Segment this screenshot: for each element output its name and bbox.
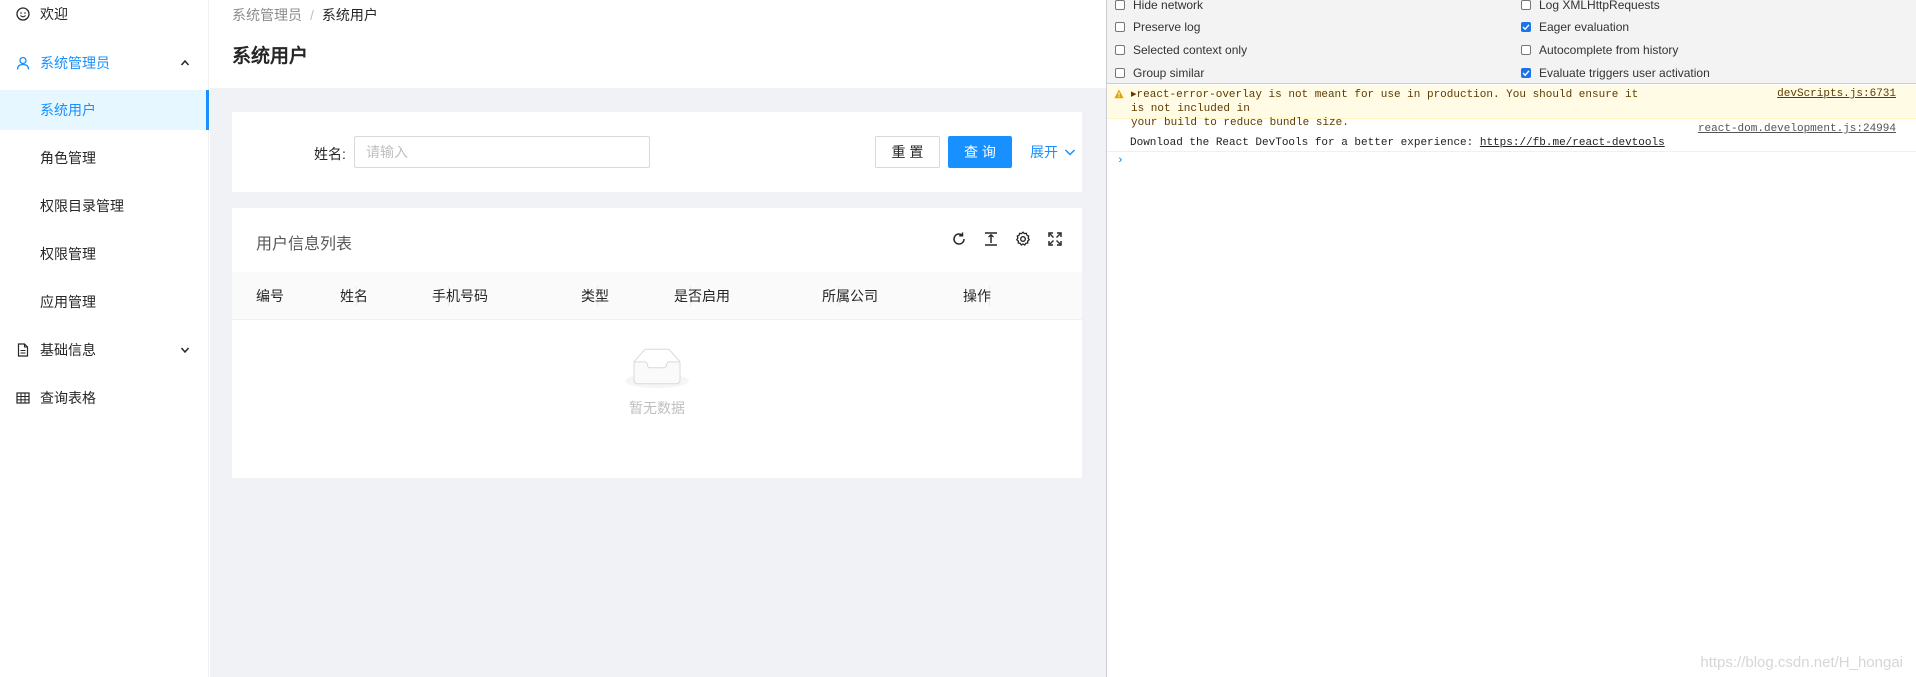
breadcrumb-separator: / xyxy=(310,7,314,23)
console-log: react-dom.development.js:24994 Download … xyxy=(1107,120,1916,152)
sidebar-item-system-users[interactable]: 系统用户 xyxy=(0,90,209,130)
reset-button[interactable]: 重 置 xyxy=(875,136,940,168)
warning-source-link[interactable]: devScripts.js:6731 xyxy=(1777,88,1896,100)
query-button[interactable]: 查 询 xyxy=(948,136,1012,168)
sidebar-item-app-management[interactable]: 应用管理 xyxy=(0,282,209,322)
option-preserve-log[interactable]: Preserve log xyxy=(1115,20,1200,34)
page-header: 系统管理员 / 系统用户 系统用户 xyxy=(210,0,1106,88)
option-eager-evaluation[interactable]: Eager evaluation xyxy=(1521,20,1629,34)
option-label: Evaluate triggers user activation xyxy=(1539,66,1710,80)
log-text: Download the React DevTools for a better… xyxy=(1130,137,1480,149)
sidebar-item-permission-catalog[interactable]: 权限目录管理 xyxy=(0,186,209,226)
console-warning: ▸react-error-overlay is not meant for us… xyxy=(1107,85,1916,129)
sidebar-item-label: 权限目录管理 xyxy=(40,198,124,214)
checkbox[interactable] xyxy=(1115,22,1125,32)
checkbox-checked[interactable] xyxy=(1521,68,1531,78)
option-label: Eager evaluation xyxy=(1539,20,1630,34)
option-autocomplete-history[interactable]: Autocomplete from history xyxy=(1521,43,1678,57)
option-label: Preserve log xyxy=(1133,20,1201,34)
page-title: 系统用户 xyxy=(232,46,309,67)
breadcrumb-current: 系统用户 xyxy=(321,7,378,23)
table-icon xyxy=(16,391,30,405)
sidebar-item-label: 应用管理 xyxy=(40,294,96,310)
option-label: Group similar xyxy=(1133,66,1205,80)
empty-state: 暂无数据 xyxy=(232,348,1082,418)
menu-item-label: 基础信息 xyxy=(40,342,96,358)
chevron-down-icon xyxy=(1064,146,1076,158)
menu-item-label: 系统管理员 xyxy=(40,55,110,71)
watermark: https://blog.csdn.net/H_hongai xyxy=(1700,654,1903,671)
user-icon xyxy=(16,56,30,70)
table-toolbar xyxy=(950,230,1064,248)
log-message: Download the React DevTools for a better… xyxy=(1130,137,1665,149)
smile-icon xyxy=(16,7,30,21)
warning-icon xyxy=(1114,89,1124,99)
checkbox[interactable] xyxy=(1521,0,1531,10)
fullscreen-icon[interactable] xyxy=(1046,230,1064,248)
column-header-phone: 手机号码 xyxy=(432,288,488,304)
name-input[interactable] xyxy=(354,136,650,168)
option-evaluate-triggers[interactable]: Evaluate triggers user activation xyxy=(1521,66,1710,80)
chevron-down-icon xyxy=(179,344,191,356)
menu-item-label: 欢迎 xyxy=(40,6,68,22)
empty-text: 暂无数据 xyxy=(629,400,685,416)
checkbox[interactable] xyxy=(1115,45,1125,55)
column-header-actions: 操作 xyxy=(963,288,991,304)
option-hide-network[interactable]: Hide network xyxy=(1115,0,1203,12)
sidebar: 欢迎 系统管理员 系统用户 角色管理 权限目录管理 权限管理 应用管理 基础信息 xyxy=(0,0,209,677)
checkbox-checked[interactable] xyxy=(1521,22,1531,32)
react-devtools-link[interactable]: https://fb.me/react-devtools xyxy=(1480,137,1665,149)
option-log-xhr[interactable]: Log XMLHttpRequests xyxy=(1521,0,1660,12)
breadcrumb: 系统管理员 / 系统用户 xyxy=(232,5,378,25)
sidebar-item-label: 角色管理 xyxy=(40,150,96,166)
option-label: Log XMLHttpRequests xyxy=(1539,0,1660,12)
prompt-chevron-icon: › xyxy=(1117,155,1124,167)
checkbox[interactable] xyxy=(1115,68,1125,78)
breadcrumb-parent[interactable]: 系统管理员 xyxy=(232,5,302,25)
column-header-id: 编号 xyxy=(256,288,284,304)
name-label: 姓名: xyxy=(314,146,346,162)
chevron-up-icon xyxy=(179,57,191,69)
expand-toggle[interactable]: 展开 xyxy=(1030,136,1076,168)
option-group-similar[interactable]: Group similar xyxy=(1115,66,1204,80)
checkbox[interactable] xyxy=(1521,45,1531,55)
menu-item-query-table[interactable]: 查询表格 xyxy=(0,378,209,418)
option-label: Hide network xyxy=(1133,0,1204,12)
menu-item-system-admin[interactable]: 系统管理员 xyxy=(0,43,209,83)
main-content: 系统管理员 / 系统用户 系统用户 姓名: 重 置 查 询 展开 用户信息列表 xyxy=(210,0,1106,677)
column-header-enabled: 是否启用 xyxy=(674,288,730,304)
menu-item-label: 查询表格 xyxy=(40,390,96,406)
log-source-link[interactable]: react-dom.development.js:24994 xyxy=(1698,123,1896,135)
console-settings: Hide network Log XMLHttpRequests Preserv… xyxy=(1107,0,1916,84)
file-icon xyxy=(16,343,30,357)
setting-icon[interactable] xyxy=(1014,230,1032,248)
checkbox[interactable] xyxy=(1115,0,1125,10)
table-header: 编号 姓名 手机号码 类型 是否启用 所属公司 操作 xyxy=(232,272,1082,320)
sidebar-item-label: 权限管理 xyxy=(40,246,96,262)
column-header-company: 所属公司 xyxy=(822,288,878,304)
option-label: Autocomplete from history xyxy=(1539,43,1679,57)
console-prompt[interactable]: › xyxy=(1117,154,1907,168)
expand-label: 展开 xyxy=(1030,144,1058,160)
reload-icon[interactable] xyxy=(950,230,968,248)
sidebar-item-permission-management[interactable]: 权限管理 xyxy=(0,234,209,274)
sidebar-item-role-management[interactable]: 角色管理 xyxy=(0,138,209,178)
option-label: Selected context only xyxy=(1133,43,1248,57)
sidebar-item-label: 系统用户 xyxy=(40,102,96,118)
menu-item-basic-info[interactable]: 基础信息 xyxy=(0,330,209,370)
user-table-card: 用户信息列表 编号 姓名 手机号码 类型 是否启用 所属公司 操作 暂无数据 xyxy=(232,208,1082,478)
warning-line: ▸react-error-overlay is not meant for us… xyxy=(1131,89,1639,115)
column-header-type: 类型 xyxy=(581,288,609,304)
table-title: 用户信息列表 xyxy=(256,236,353,253)
column-header-name: 姓名 xyxy=(340,288,368,304)
search-form: 姓名: 重 置 查 询 展开 xyxy=(232,112,1082,192)
option-selected-context[interactable]: Selected context only xyxy=(1115,43,1247,57)
menu-item-welcome[interactable]: 欢迎 xyxy=(0,0,209,34)
devtools-console: Hide network Log XMLHttpRequests Preserv… xyxy=(1106,0,1916,677)
inbox-empty-icon xyxy=(625,348,689,392)
density-icon[interactable] xyxy=(982,230,1000,248)
